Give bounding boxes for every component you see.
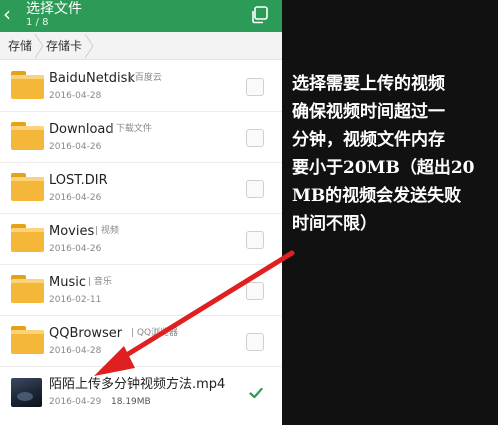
file-date: 2016-04-29 [49, 397, 102, 407]
check-icon[interactable] [249, 386, 263, 400]
list-item[interactable]: BaiduNetdisk | 百度云 2016-04-28 [0, 61, 282, 112]
folder-icon [11, 275, 44, 303]
file-name: LOST.DIR [49, 173, 108, 188]
file-picker-screen: ‹ 选择文件 1 / 8 存储 存储卡 BaiduNetdisk | 百度云 2… [0, 0, 282, 425]
app-bar: ‹ 选择文件 1 / 8 [0, 0, 282, 32]
copy-icon[interactable] [250, 6, 268, 24]
folder-icon [11, 122, 44, 150]
folder-icon [11, 224, 44, 252]
list-item[interactable]: Music | 音乐 2016-02-11 [0, 265, 282, 316]
video-thumbnail [11, 378, 42, 407]
instruction-text: 选择需要上传的视频 确保视频时间超过一 分钟，视频文件内存 要小于20MB（超出… [292, 70, 492, 238]
file-tag: | 音乐 [88, 277, 112, 287]
select-checkbox[interactable] [246, 282, 264, 300]
instruction-line: 确保视频时间超过一 [292, 102, 445, 122]
list-item[interactable]: Movies | 视频 2016-04-26 [0, 214, 282, 265]
instruction-line: 分钟，视频文件内存 [292, 130, 445, 150]
select-checkbox[interactable] [246, 78, 264, 96]
breadcrumb-separator-icon [84, 34, 94, 58]
select-checkbox[interactable] [246, 333, 264, 351]
list-item[interactable]: Download | 下载文件 2016-04-26 [0, 112, 282, 163]
file-tag: | 下载文件 [110, 124, 152, 134]
file-name: BaiduNetdisk [49, 71, 135, 86]
file-size: 18.19MB [111, 397, 151, 407]
file-date: 2016-02-11 [49, 295, 102, 305]
file-tag: | 百度云 [129, 73, 162, 83]
file-name: QQBrowser [49, 326, 123, 341]
folder-icon [11, 71, 44, 99]
file-tag: | 视频 [95, 226, 119, 236]
file-name: 陌陌上传多分钟视频方法.mp4 [49, 377, 226, 392]
file-date: 2016-04-26 [49, 244, 102, 254]
file-date: 2016-04-28 [49, 91, 102, 101]
back-arrow-icon[interactable]: ‹ [3, 4, 19, 24]
breadcrumb-item-storage[interactable]: 存储 [8, 39, 32, 53]
list-item[interactable]: LOST.DIR 2016-04-26 [0, 163, 282, 214]
file-tag: | QQ浏览器 [131, 328, 179, 338]
instruction-line: 选择需要上传的视频 [292, 74, 445, 94]
file-date: 2016-04-28 [49, 346, 102, 356]
breadcrumb: 存储 存储卡 [0, 32, 282, 60]
folder-icon [11, 173, 44, 201]
file-name: Movies [49, 224, 95, 239]
selection-count: 1 / 8 [26, 17, 49, 28]
list-item[interactable]: 陌陌上传多分钟视频方法.mp4 2016-04-29 18.19MB [0, 367, 282, 418]
instruction-line: 要小于20MB（超出20 [292, 158, 475, 178]
select-checkbox[interactable] [246, 231, 264, 249]
instruction-line: MB的视频会发送失败 [292, 186, 462, 206]
breadcrumb-separator-icon [34, 34, 44, 58]
page-title: 选择文件 [26, 1, 82, 17]
file-list: BaiduNetdisk | 百度云 2016-04-28 Download |… [0, 61, 282, 418]
folder-icon [11, 326, 44, 354]
select-checkbox[interactable] [246, 180, 264, 198]
file-date: 2016-04-26 [49, 142, 102, 152]
instruction-line: 时间不限） [292, 214, 377, 234]
list-item[interactable]: QQBrowser | QQ浏览器 2016-04-28 [0, 316, 282, 367]
file-name: Music [49, 275, 86, 290]
file-name: Download [49, 122, 114, 137]
breadcrumb-item-sdcard[interactable]: 存储卡 [46, 39, 82, 53]
select-checkbox[interactable] [246, 129, 264, 147]
file-date: 2016-04-26 [49, 193, 102, 203]
